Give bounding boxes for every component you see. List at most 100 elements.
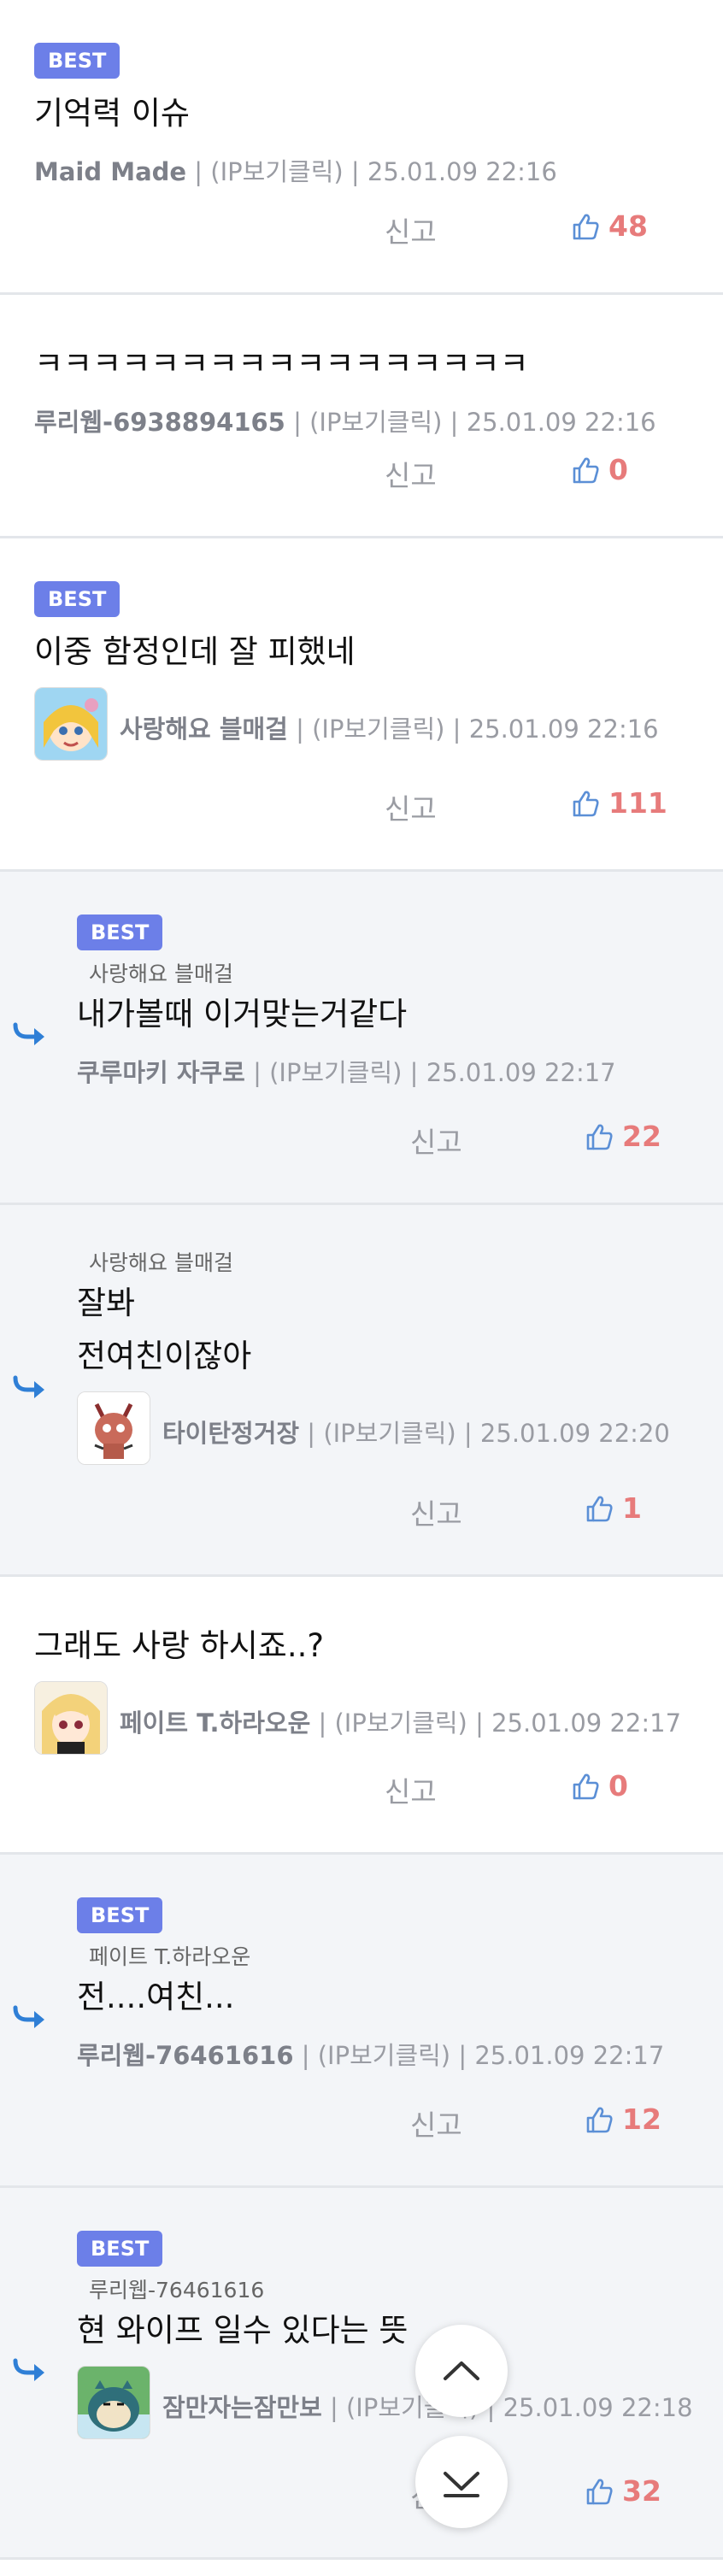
meta-separator: | <box>244 1058 270 1087</box>
reply-target-name[interactable]: 루리웹-76461616 <box>89 2273 264 2304</box>
comment-timestamp: 25.01.09 22:17 <box>426 1058 616 1087</box>
author-name[interactable]: 쿠루마키 자쿠로 <box>77 1058 245 1087</box>
author-name[interactable]: 루리웹-76461616 <box>77 2041 294 2070</box>
report-button[interactable]: 신고 <box>410 1491 462 1532</box>
like-button[interactable]: 111 <box>571 786 667 820</box>
comment-timestamp: 25.01.09 22:16 <box>466 408 656 437</box>
author-name[interactable]: 타이탄정거장 <box>162 1419 299 1448</box>
comment-timestamp: 25.01.09 22:18 <box>503 2393 693 2422</box>
reply-comment: BEST 페이트 T.하라오운 전....여친... 루리웹-76461616 | (… <box>0 1855 723 2188</box>
thumbs-up-icon <box>573 457 599 483</box>
like-button[interactable]: 0 <box>571 453 628 486</box>
reply-comment: 사랑해요 블매걸 잘봐 전여친이잖아 타이탄정거장 | (IP보기클릭) | 25.0… <box>0 1205 723 1577</box>
like-count: 0 <box>608 453 628 486</box>
author-name[interactable]: 페이트 T.하라오운 <box>120 1709 310 1738</box>
thumbs-up-icon <box>586 2479 613 2504</box>
comment: ㅋㅋㅋㅋㅋㅋㅋㅋㅋㅋㅋㅋㅋㅋㅋㅋㅋ 루리웹-6938894165 | (IP보기클… <box>0 295 723 538</box>
reply-comment: BEST 사랑해요 블매걸내가볼때 이거맞는거같다쿠루마키 자쿠로 | (IP보기… <box>0 872 723 1205</box>
comment-text: 그래도 사랑 하시죠..? <box>34 1627 325 1664</box>
chevron-up-icon <box>444 2361 479 2380</box>
comment-meta: 사랑해요 블매걸 | (IP보기클릭) | 25.01.09 22:16 <box>120 709 659 745</box>
thumbs-up-icon <box>586 2107 613 2132</box>
meta-separator: | <box>285 408 310 437</box>
reply-arrow-icon <box>12 2003 46 2032</box>
thumbs-up-icon <box>586 1124 613 1150</box>
comment-meta: Maid Made | (IP보기클릭) | 25.01.09 22:16 <box>34 152 557 188</box>
like-count: 1 <box>622 1491 642 1525</box>
meta-separator: | <box>444 715 469 744</box>
meta-separator: | <box>456 1419 480 1448</box>
like-count: 48 <box>608 209 648 243</box>
comment-text: 잘봐 <box>77 1285 136 1321</box>
like-button[interactable]: 0 <box>571 1769 628 1803</box>
ip-view-link[interactable]: (IP보기클릭) <box>269 1058 402 1087</box>
report-button[interactable]: 신고 <box>385 209 437 250</box>
comment: BEST 기억력 이슈 Maid Made | (IP보기클릭) | 25.01.0… <box>0 0 723 295</box>
like-count: 12 <box>622 2103 661 2136</box>
meta-separator: | <box>402 1058 426 1087</box>
like-count: 111 <box>608 786 667 820</box>
ip-view-link[interactable]: (IP보기클릭) <box>334 1709 467 1738</box>
comment-text: 내가볼때 이거맞는거같다 <box>77 996 408 1032</box>
scroll-bottom-button[interactable] <box>415 2436 508 2528</box>
report-button[interactable]: 신고 <box>385 1769 437 1810</box>
meta-separator: | <box>442 408 467 437</box>
comment-text: 전여친이잖아 <box>77 1338 252 1374</box>
thumbs-up-icon <box>586 1496 613 1521</box>
thumbs-up-icon <box>573 791 599 816</box>
comment-meta: 쿠루마키 자쿠로 | (IP보기클릭) | 25.01.09 22:17 <box>77 1053 616 1089</box>
reply-comment: BEST 루리웹-76461616 현 와이프 일수 있다는 뜻 잠만자는잠만보 | … <box>0 2188 723 2560</box>
scroll-top-button[interactable] <box>415 2325 508 2417</box>
ip-view-link[interactable]: (IP보기클릭) <box>309 408 442 437</box>
best-badge: BEST <box>77 915 163 950</box>
reply-arrow-icon <box>12 1373 46 1402</box>
like-button[interactable]: 48 <box>571 209 648 243</box>
user-avatar[interactable] <box>77 2366 150 2439</box>
report-button[interactable]: 신고 <box>385 453 437 494</box>
like-count: 32 <box>622 2474 661 2508</box>
like-button[interactable]: 12 <box>585 2103 661 2136</box>
comment: BEST 이중 함정인데 잘 피했네 사랑해요 블매걸 | (IP보기클릭) | 2… <box>0 538 723 872</box>
like-button[interactable]: 32 <box>585 2474 661 2508</box>
reply-arrow-icon <box>12 2355 46 2385</box>
reply-target-name[interactable]: 사랑해요 블매걸 <box>89 1246 233 1277</box>
author-name[interactable]: 루리웹-6938894165 <box>34 408 285 437</box>
comment-timestamp: 25.01.09 22:20 <box>479 1419 670 1448</box>
comment-text: 현 와이프 일수 있다는 뜻 <box>77 2312 409 2349</box>
author-name[interactable]: 잠만자는잠만보 <box>162 2393 322 2422</box>
meta-separator: | <box>450 2041 475 2070</box>
thumbs-up-icon <box>573 1773 599 1799</box>
meta-separator: | <box>321 2393 346 2422</box>
like-button[interactable]: 1 <box>585 1491 642 1525</box>
ip-view-link[interactable]: (IP보기클릭) <box>210 157 343 186</box>
report-button[interactable]: 신고 <box>385 786 437 827</box>
ip-view-link[interactable]: (IP보기클릭) <box>318 2041 450 2070</box>
comment: 그래도 사랑 하시죠..? 페이트 T.하라오운 | (IP보기클릭) | 25.… <box>0 1577 723 1855</box>
user-avatar[interactable] <box>34 687 108 761</box>
report-button[interactable]: 신고 <box>410 1120 462 1161</box>
comment-timestamp: 25.01.09 22:16 <box>367 157 557 186</box>
ip-view-link[interactable]: (IP보기클릭) <box>323 1419 456 1448</box>
author-name[interactable]: 사랑해요 블매걸 <box>120 715 288 744</box>
meta-separator: | <box>343 157 367 186</box>
user-avatar[interactable] <box>34 1681 108 1755</box>
best-badge: BEST <box>77 2231 163 2267</box>
comment-timestamp: 25.01.09 22:16 <box>468 715 659 744</box>
comment-timestamp: 25.01.09 22:17 <box>491 1709 682 1738</box>
meta-separator: | <box>287 715 313 744</box>
comment-meta: 페이트 T.하라오운 | (IP보기클릭) | 25.01.09 22:17 <box>120 1703 681 1739</box>
author-name[interactable]: Maid Made <box>34 157 186 186</box>
best-badge: BEST <box>34 43 120 79</box>
report-button[interactable]: 신고 <box>410 2103 462 2144</box>
user-avatar[interactable] <box>77 1391 150 1465</box>
like-button[interactable]: 22 <box>585 1120 661 1153</box>
ip-view-link[interactable]: (IP보기클릭) <box>312 715 444 744</box>
comment-text: 전....여친... <box>77 1979 235 2015</box>
meta-separator: | <box>186 157 211 186</box>
reply-target-name[interactable]: 사랑해요 블매걸 <box>89 957 233 988</box>
meta-separator: | <box>467 1709 492 1738</box>
meta-separator: | <box>310 1709 335 1738</box>
reply-target-name[interactable]: 페이트 T.하라오운 <box>89 1940 250 1971</box>
comment-text: ㅋㅋㅋㅋㅋㅋㅋㅋㅋㅋㅋㅋㅋㅋㅋㅋㅋ <box>34 345 529 382</box>
thumbs-up-icon <box>573 214 599 239</box>
